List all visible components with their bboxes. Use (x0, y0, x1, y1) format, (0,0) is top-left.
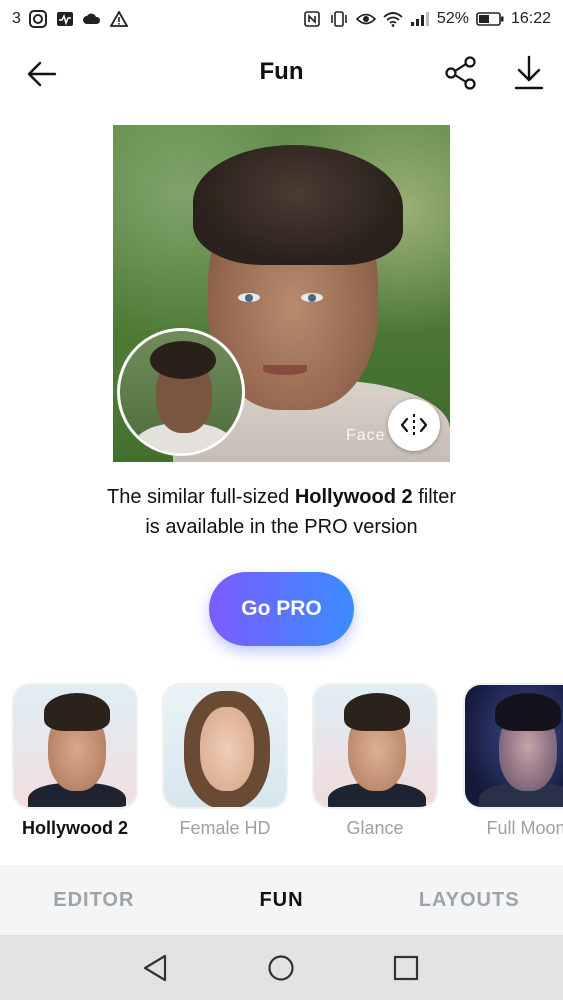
tab-fun[interactable]: FUN (188, 865, 376, 935)
filter-label: Full Moon (486, 818, 563, 838)
promo-line-2: is available in the PRO version (145, 516, 418, 538)
status-left: 3 (12, 10, 129, 28)
nav-recents-button[interactable] (391, 953, 421, 983)
status-right: 52% 16:22 (302, 10, 551, 28)
preview-mouth (263, 365, 307, 375)
promo-prefix: The similar full-sized (107, 486, 295, 508)
filter-label: Hollywood 2 (21, 818, 128, 838)
pro-promo-text: The similar full-sized Hollywood 2 filte… (0, 482, 563, 542)
filter-female-hd[interactable]: Female HD (162, 683, 288, 843)
nav-recents-icon (393, 955, 419, 981)
warning-icon (109, 10, 129, 28)
activity-icon (55, 10, 75, 28)
vibrate-icon (329, 10, 349, 28)
wifi-icon (383, 10, 403, 28)
filter-label: Female HD (179, 818, 271, 838)
filter-thumbnail (12, 683, 138, 809)
nav-home-icon (268, 955, 294, 981)
filter-glance[interactable]: Glance (312, 683, 438, 843)
promo-filter-name: Hollywood 2 (294, 486, 413, 508)
compare-slider-icon (400, 414, 428, 436)
filter-full-moon[interactable]: Full Moon (463, 683, 563, 843)
preview-hair (193, 145, 403, 265)
filter-thumbnail (312, 683, 438, 809)
original-hair (150, 341, 216, 379)
clock: 16:22 (510, 10, 551, 27)
cloud-icon (82, 10, 102, 28)
promo-line-1: The similar full-sized Hollywood 2 filte… (0, 482, 563, 512)
eye-icon (355, 10, 376, 28)
nav-back-button[interactable] (140, 953, 170, 983)
go-pro-button[interactable]: Go PRO (209, 572, 354, 646)
filter-hollywood-2[interactable]: Hollywood 2 (12, 683, 138, 843)
nav-back-icon (143, 954, 167, 982)
filter-thumbnail (463, 683, 563, 809)
battery-percent: 52% (436, 10, 469, 27)
instagram-icon (28, 10, 48, 28)
notification-count: 3 (12, 10, 21, 27)
preview-eye-right (301, 293, 323, 302)
tab-editor[interactable]: EDITOR (0, 865, 188, 935)
download-icon (514, 55, 544, 90)
battery-icon (476, 10, 504, 28)
result-preview-image[interactable]: Face (113, 125, 450, 462)
filter-thumbnail (162, 683, 288, 809)
filter-label: Glance (346, 818, 404, 838)
download-button[interactable] (508, 52, 550, 94)
system-nav-bar (0, 935, 563, 1000)
nav-home-button[interactable] (266, 953, 296, 983)
filter-carousel[interactable]: Hollywood 2 Female HD Glance Full Moon (0, 683, 563, 848)
promo-suffix: filter (412, 486, 456, 508)
watermark-text: Face (346, 427, 386, 444)
app-bar: Fun (0, 38, 563, 108)
compare-slider-button[interactable] (388, 399, 440, 451)
share-icon (445, 56, 476, 90)
bottom-tab-bar: EDITOR FUN LAYOUTS (0, 865, 563, 935)
share-button[interactable] (440, 52, 482, 94)
signal-icon (410, 10, 430, 28)
preview-eye-left (238, 293, 260, 302)
tab-layouts[interactable]: LAYOUTS (375, 865, 563, 935)
original-photo-thumbnail[interactable] (117, 328, 245, 456)
status-bar: 3 52% 16:22 (0, 0, 563, 38)
nfc-icon (302, 10, 322, 28)
